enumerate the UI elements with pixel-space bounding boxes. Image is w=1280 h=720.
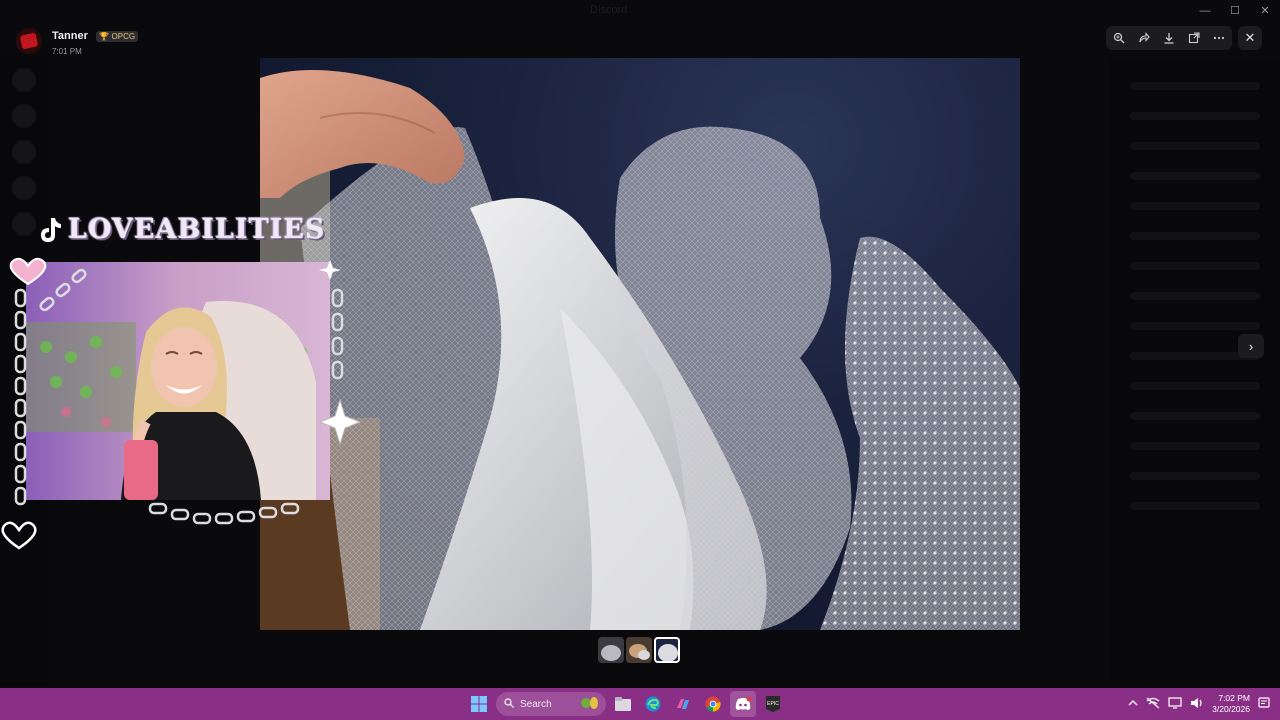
- trophy-icon: 🏆: [99, 32, 110, 41]
- member-list: [1110, 60, 1280, 680]
- webcam-image: [26, 262, 330, 500]
- thumbnail[interactable]: [626, 637, 652, 663]
- author-header: Tanner 🏆 OPCG 7:01 PM: [16, 26, 139, 56]
- minimize-icon[interactable]: —: [1190, 0, 1220, 22]
- thumbnail[interactable]: [598, 637, 624, 663]
- volume-icon[interactable]: [1190, 697, 1204, 712]
- fabric-photo: [260, 70, 1020, 630]
- close-viewer-button[interactable]: ✕: [1238, 26, 1262, 50]
- epic-games-icon[interactable]: EPIC: [760, 691, 786, 717]
- webcam-feed: [26, 262, 330, 500]
- badge-label: OPCG: [111, 32, 136, 41]
- taskbar: Search EPIC 7:02 PM 3/20/2026: [0, 688, 1280, 720]
- media-image[interactable]: [260, 58, 1020, 630]
- chrome-icon[interactable]: [700, 691, 726, 717]
- close-icon: ✕: [1244, 30, 1256, 45]
- author-badge: 🏆 OPCG: [96, 31, 139, 42]
- next-image-button[interactable]: ›: [1238, 334, 1264, 358]
- discord-icon[interactable]: [730, 691, 756, 717]
- window-controls: — ☐ ✕: [1190, 0, 1280, 22]
- search-icon: [504, 697, 514, 711]
- network-off-icon[interactable]: [1146, 697, 1160, 712]
- edge-browser-icon[interactable]: [640, 691, 666, 717]
- open-external-icon[interactable]: [1184, 28, 1204, 48]
- post-time: 7:01 PM: [52, 47, 82, 56]
- clock-date: 3/20/2026: [1212, 704, 1250, 714]
- windows-start-icon[interactable]: [466, 691, 492, 717]
- zoom-icon[interactable]: [1109, 28, 1129, 48]
- avatar[interactable]: [16, 28, 42, 54]
- streamer-tag: LOVEABILITIES: [36, 214, 325, 245]
- system-tray: 7:02 PM 3/20/2026: [1128, 688, 1280, 720]
- clock-time: 7:02 PM: [1218, 693, 1250, 703]
- display-icon[interactable]: [1168, 696, 1182, 712]
- search-label: Search: [520, 698, 552, 710]
- chevron-up-icon[interactable]: [1128, 699, 1138, 710]
- copilot-icon[interactable]: [670, 691, 696, 717]
- media-toolbar: [1106, 26, 1232, 50]
- thumbnail-strip: [598, 637, 680, 663]
- svg-text:EPIC: EPIC: [767, 701, 779, 707]
- taskbar-search[interactable]: Search: [496, 692, 606, 716]
- streamer-name: LOVEABILITIES: [68, 214, 326, 245]
- clock[interactable]: 7:02 PM 3/20/2026: [1212, 693, 1250, 715]
- download-icon[interactable]: [1159, 28, 1179, 48]
- widget-icon: [580, 696, 600, 713]
- close-window-icon[interactable]: ✕: [1250, 0, 1280, 22]
- more-icon[interactable]: [1209, 28, 1229, 48]
- notification-icon[interactable]: [1258, 696, 1270, 712]
- window-title: Discord: [590, 4, 628, 16]
- file-explorer-icon[interactable]: [610, 691, 636, 717]
- forward-icon[interactable]: [1134, 28, 1154, 48]
- thumbnail-active[interactable]: [654, 637, 680, 663]
- chevron-right-icon: ›: [1248, 338, 1254, 354]
- tiktok-icon: [41, 217, 61, 242]
- maximize-icon[interactable]: ☐: [1220, 0, 1250, 22]
- author-name[interactable]: Tanner: [52, 30, 88, 42]
